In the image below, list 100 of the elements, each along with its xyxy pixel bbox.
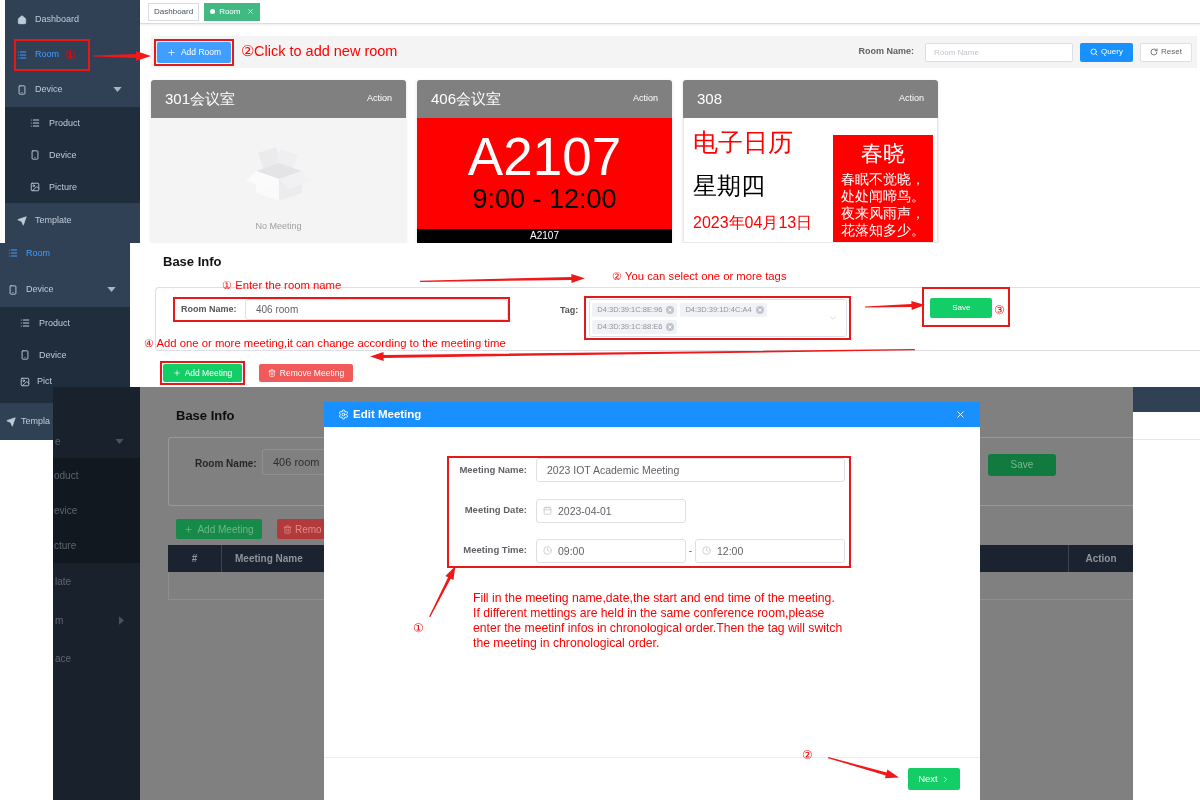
menu-item[interactable]: Device — [0, 272, 130, 307]
menu-item[interactable]: Dashboard — [5, 2, 140, 37]
poem-line: 夜来风雨声， — [841, 205, 925, 222]
calendar-icon — [543, 505, 552, 515]
plus-icon — [184, 524, 194, 534]
action-link[interactable]: Action — [367, 92, 392, 106]
add-meeting-button[interactable]: Add Meeting — [163, 364, 242, 382]
weekday-text: 星期四 — [693, 174, 766, 198]
menu-item[interactable]: Device — [5, 72, 140, 107]
poem-line: 春眠不觉晓， — [841, 171, 925, 188]
list-icon — [30, 118, 40, 128]
annotation-arrow — [93, 51, 151, 61]
menu-item[interactable]: evice — [53, 493, 140, 528]
menu-item[interactable]: cture — [53, 528, 140, 563]
image-icon — [20, 377, 30, 387]
dialog-title: Edit Meeting — [353, 406, 422, 422]
close-icon[interactable] — [955, 409, 966, 420]
tab[interactable]: Dashboard — [148, 2, 200, 21]
home-icon — [17, 14, 27, 25]
menu-item[interactable]: Pict — [0, 371, 52, 387]
menu-item[interactable]: e — [53, 424, 140, 458]
meeting-name-input[interactable]: 2023 IOT Academic Meeting — [536, 458, 845, 482]
annotation-text: Fill in the meeting name,date,the start and end time of the meeting. If different mettings are held in the same conference room,please enter the meetinf infos in chronological order.Then the tag will switch the meeting in chronological order. — [473, 591, 843, 651]
step-marker: ③ — [994, 303, 1006, 317]
image-icon — [30, 182, 40, 192]
card-title: 301会议室 — [165, 88, 236, 109]
menu-item[interactable]: m — [53, 600, 140, 640]
action-link[interactable]: Action — [899, 92, 924, 106]
section-title: Base Info — [176, 408, 235, 423]
empty-message: No Meeting — [255, 220, 302, 233]
step-marker: ① — [65, 47, 76, 62]
field-label: Room Name: — [858, 45, 914, 59]
card-title: 308 — [697, 88, 723, 109]
close-icon[interactable] — [666, 305, 675, 314]
menu-item[interactable]: Room — [0, 243, 130, 272]
date-text: 2023年04月13日 — [693, 215, 813, 231]
chevron-down-icon — [828, 313, 839, 323]
add-room-button[interactable]: Add Room — [157, 41, 231, 63]
save-button[interactable]: Save — [988, 453, 1056, 476]
paper-plane-icon — [17, 215, 27, 226]
poem-line: 处处闻啼鸟。 — [841, 188, 925, 205]
poem-line: 花落知多少。 — [841, 222, 925, 239]
annotation-text: ② You can select one or more tags — [612, 270, 787, 283]
column-header: Meeting Name — [234, 552, 303, 566]
reset-button[interactable]: Reset — [1140, 42, 1192, 62]
menu-item[interactable]: oduct — [53, 458, 140, 493]
action-link[interactable]: Action — [633, 92, 658, 106]
menu-item[interactable]: Device — [0, 339, 130, 371]
annotation-arrow — [827, 757, 899, 779]
plus-icon — [166, 47, 176, 57]
menu-item[interactable]: ace — [53, 640, 140, 676]
field-label: Tag: — [560, 304, 579, 317]
column-header: Action — [1068, 545, 1133, 572]
menu-item[interactable]: Template — [5, 203, 140, 238]
room-code: A2107 — [530, 231, 559, 241]
date-field[interactable]: 2023-04-01 — [536, 499, 686, 523]
close-icon[interactable] — [755, 305, 764, 314]
clock-icon — [543, 545, 552, 555]
list-icon — [20, 318, 30, 328]
list-icon — [17, 49, 27, 60]
menu-item[interactable]: late — [53, 563, 140, 600]
room-name-input[interactable]: 406 room — [245, 299, 508, 320]
save-button[interactable]: Save — [930, 298, 993, 318]
step-marker: ① — [413, 621, 424, 635]
phone-icon — [20, 350, 30, 360]
poem-title: 春晓 — [861, 143, 905, 165]
menu-item[interactable]: Room — [17, 49, 59, 60]
annotation-text: ②Click to add new room — [241, 42, 398, 62]
refresh-icon — [1150, 48, 1159, 56]
paper-plane-icon — [6, 416, 16, 427]
trash-icon — [267, 369, 276, 377]
next-button[interactable]: Next — [908, 768, 960, 790]
menu-item[interactable]: Templa — [0, 403, 53, 440]
close-icon[interactable] — [247, 8, 255, 15]
menu-item[interactable]: Product — [5, 107, 140, 139]
range-separator: - — [687, 543, 694, 558]
phone-icon — [8, 284, 18, 295]
remove-meeting-button[interactable]: Remove Meeting — [259, 364, 353, 382]
query-button[interactable]: Query — [1080, 42, 1133, 62]
remove-meeting-button[interactable]: Remo — [277, 519, 324, 539]
menu-item[interactable]: Device — [5, 139, 140, 171]
menu-item[interactable]: Picture — [5, 171, 140, 203]
column-header: # — [168, 545, 222, 572]
field-label: Meeting Name: — [458, 462, 527, 477]
calendar-heading: 电子日历 — [693, 130, 794, 155]
field-label: Meeting Time: — [462, 542, 527, 557]
tab[interactable]: Room — [204, 2, 261, 21]
step-marker: ② — [802, 748, 813, 762]
room-name-input[interactable]: 406 room — [262, 449, 324, 475]
annotation-text: ① Enter the room name — [222, 279, 342, 292]
menu-item[interactable]: Product — [0, 307, 130, 339]
header-bar — [1133, 387, 1200, 412]
close-icon[interactable] — [666, 322, 675, 331]
room-code: A2107 — [467, 130, 622, 183]
search-icon — [1090, 48, 1099, 56]
section-title: Base Info — [163, 254, 222, 269]
field-label: Meeting Date: — [463, 502, 527, 517]
phone-icon — [17, 84, 27, 95]
start-time-field[interactable]: 09:00 — [536, 539, 686, 563]
end-time-field[interactable]: 12:00 — [695, 539, 845, 563]
